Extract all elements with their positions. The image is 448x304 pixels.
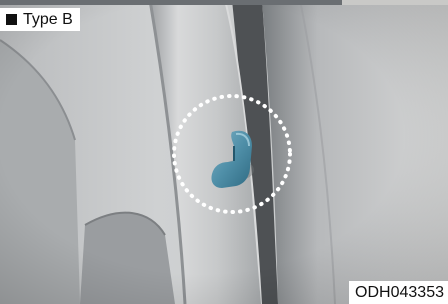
top-border-strip-right: [342, 0, 448, 5]
vehicle-figure: Type B ODH043353: [0, 0, 448, 304]
image-code-text: ODH043353: [355, 283, 444, 301]
black-square-icon: [6, 14, 17, 25]
type-label-text: Type B: [23, 10, 73, 28]
image-code-label: ODH043353: [349, 281, 448, 304]
type-label: Type B: [0, 8, 80, 31]
pillar-photo: [0, 0, 448, 304]
